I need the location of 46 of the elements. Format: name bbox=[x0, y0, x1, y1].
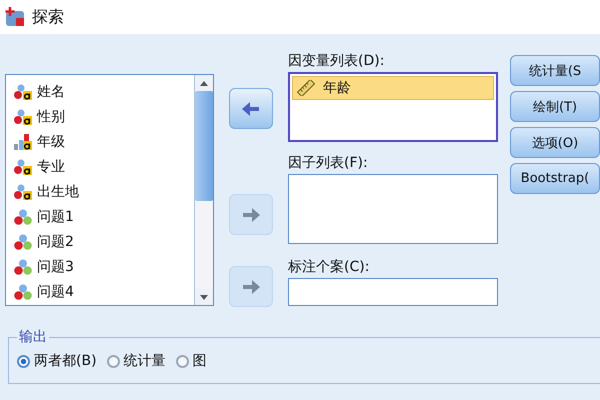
variable-item[interactable]: 问题1 bbox=[37, 208, 74, 226]
variable-item[interactable]: 年级 bbox=[37, 132, 65, 150]
scroll-up-icon[interactable] bbox=[200, 80, 208, 86]
radio-button[interactable] bbox=[176, 354, 189, 368]
dependent-list[interactable]: 年龄 bbox=[288, 72, 498, 142]
nominal-string-icon bbox=[14, 184, 32, 200]
variable-item[interactable]: 出生地 bbox=[37, 182, 79, 200]
label-cases-label: 标注个案(C): bbox=[288, 258, 370, 277]
nominal-icon bbox=[14, 284, 32, 300]
dependent-list-label: 因变量列表(D): bbox=[288, 52, 386, 71]
radio-button[interactable] bbox=[17, 354, 30, 368]
nominal-icon bbox=[14, 234, 32, 250]
radio-label[interactable]: 图 bbox=[192, 352, 207, 370]
variable-list[interactable]: 姓名 性别 年级 专业 出生地 问题1 问题2 问题3 问题4 bbox=[5, 74, 214, 306]
scrollbar[interactable] bbox=[194, 75, 213, 305]
factor-list-label: 因子列表(F): bbox=[288, 154, 369, 173]
right-arrow-icon bbox=[241, 206, 261, 222]
dialog-button[interactable]: 选项(O) bbox=[510, 127, 600, 158]
factor-list[interactable] bbox=[288, 174, 498, 244]
dialog-button[interactable]: 统计量(S bbox=[510, 55, 600, 86]
nominal-string-icon bbox=[14, 108, 32, 124]
scroll-down-icon[interactable] bbox=[200, 294, 208, 300]
ordinal-string-icon bbox=[14, 134, 32, 150]
radio-button[interactable] bbox=[106, 354, 120, 368]
nominal-icon bbox=[14, 208, 32, 224]
dependent-item[interactable]: 年龄 bbox=[292, 76, 494, 100]
nominal-icon bbox=[14, 258, 32, 274]
window-title: 探索 bbox=[32, 6, 64, 28]
variable-item[interactable]: 问题3 bbox=[37, 258, 74, 276]
variable-item[interactable]: 专业 bbox=[37, 158, 65, 176]
variable-item[interactable]: 问题4 bbox=[37, 282, 74, 300]
variable-item[interactable]: 姓名 bbox=[37, 82, 65, 100]
label-cases-field[interactable] bbox=[288, 278, 498, 306]
group-title: 输出 bbox=[18, 328, 48, 346]
radio-label[interactable]: 两者都(B) bbox=[34, 352, 97, 370]
nominal-string-icon bbox=[14, 84, 32, 100]
left-arrow-icon bbox=[241, 100, 261, 116]
dialog-button[interactable]: Bootstrap( bbox=[510, 163, 600, 194]
dialog-button[interactable]: 绘制(T) bbox=[510, 91, 600, 122]
right-arrow-icon bbox=[241, 278, 261, 294]
nominal-string-icon bbox=[14, 158, 32, 174]
move-arrow-button[interactable] bbox=[229, 88, 273, 129]
variable-item[interactable]: 性别 bbox=[37, 108, 65, 126]
radio-label[interactable]: 统计量 bbox=[124, 352, 166, 370]
variable-item[interactable]: 问题2 bbox=[37, 232, 74, 250]
app-icon bbox=[4, 7, 26, 27]
